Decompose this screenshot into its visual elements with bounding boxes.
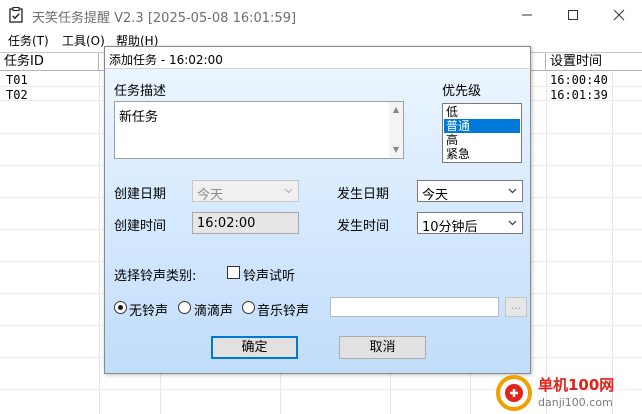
radio-music-ringtone-label[interactable]: 音乐铃声 (257, 300, 309, 319)
row-set-time: 16:01:39 (550, 88, 608, 102)
radio-selected-dot (118, 305, 123, 310)
dialog-titlebar: 添加任务 - 16:02:00 (105, 47, 530, 69)
create-date-value: 今天 (197, 188, 224, 203)
cancel-button[interactable]: 取消 (339, 336, 426, 359)
occur-time-select[interactable]: 10分钟后 (417, 212, 523, 235)
watermark-name: 单机100网 (538, 376, 615, 394)
occur-time-value: 10分钟后 (422, 220, 478, 235)
main-titlebar: 天笑任务提醒 V2.3 [2025-05-08 16:01:59] (0, 0, 642, 30)
description-scrollbar[interactable]: ▲ ▼ (389, 102, 403, 158)
occur-date-label: 发生日期 (337, 187, 390, 202)
chevron-down-icon (284, 188, 293, 194)
ringtone-test-label[interactable]: 铃声试听 (243, 265, 295, 284)
create-date-label: 创建日期 (114, 187, 167, 202)
occur-time-label: 发生时间 (337, 219, 390, 234)
close-button[interactable] (596, 0, 642, 30)
dialog-title: 添加任务 - 16:02:00 (109, 53, 223, 67)
window-title: 天笑任务提醒 V2.3 [2025-05-08 16:01:59] (32, 11, 297, 26)
create-time-value: 16:02:00 (197, 216, 256, 231)
grid-column-divider (99, 71, 100, 414)
scroll-up-icon[interactable]: ▲ (389, 104, 403, 116)
create-date-select: 今天 (192, 180, 299, 203)
radio-beep-label[interactable]: 滴滴声 (194, 300, 233, 319)
watermark-logo-icon (496, 375, 532, 411)
watermark-url: danji100.com (538, 396, 613, 409)
radio-beep[interactable] (178, 301, 191, 314)
close-icon (613, 9, 625, 21)
ringtone-type-label: 选择铃声类别: (114, 269, 197, 284)
radio-music-ringtone[interactable] (242, 301, 255, 314)
priority-option-low[interactable]: 低 (444, 105, 520, 119)
priority-listbox[interactable]: 低 普通 高 紧急 (442, 103, 522, 163)
browse-button[interactable]: ... (505, 297, 527, 317)
row-task-id: T02 (6, 88, 28, 102)
radio-no-ringtone-label[interactable]: 无铃声 (129, 300, 168, 319)
header-set-time[interactable]: 设置时间 (546, 53, 642, 71)
maximize-icon (568, 10, 578, 20)
chevron-down-icon (508, 188, 517, 194)
priority-option-urgent[interactable]: 紧急 (444, 147, 520, 161)
menu-task[interactable]: 任务(T) (8, 32, 49, 49)
grid-column-divider (612, 71, 613, 414)
grid-column-divider (546, 71, 547, 414)
priority-option-normal[interactable]: 普通 (444, 119, 520, 133)
task-description-input[interactable]: 新任务 ▲ ▼ (114, 101, 404, 159)
scroll-down-icon[interactable]: ▼ (389, 144, 403, 156)
priority-option-high[interactable]: 高 (444, 133, 520, 147)
row-set-time: 16:00:40 (550, 73, 608, 87)
occur-date-value: 今天 (422, 188, 449, 203)
ok-button[interactable]: 确定 (211, 336, 298, 359)
minimize-icon (522, 14, 532, 16)
header-task-id[interactable]: 任务ID (0, 53, 99, 71)
task-description-text: 新任务 (119, 110, 159, 125)
create-time-field: 16:02:00 (192, 212, 299, 234)
radio-no-ringtone[interactable] (114, 301, 127, 314)
maximize-button[interactable] (550, 0, 596, 30)
chevron-down-icon (508, 220, 517, 226)
ringtone-test-checkbox[interactable] (227, 266, 240, 279)
task-description-label: 任务描述 (114, 84, 167, 99)
clipboard-check-icon (9, 7, 23, 23)
priority-label: 优先级 (442, 84, 482, 99)
music-file-input[interactable] (330, 297, 499, 317)
minimize-button[interactable] (504, 0, 550, 30)
menu-tools[interactable]: 工具(O) (62, 32, 105, 49)
row-task-id: T01 (6, 73, 28, 87)
create-time-label: 创建时间 (114, 219, 167, 234)
occur-date-select[interactable]: 今天 (417, 180, 523, 203)
add-task-dialog: 添加任务 - 16:02:00 任务描述 新任务 ▲ ▼ 优先级 低 普通 高 … (104, 46, 531, 374)
